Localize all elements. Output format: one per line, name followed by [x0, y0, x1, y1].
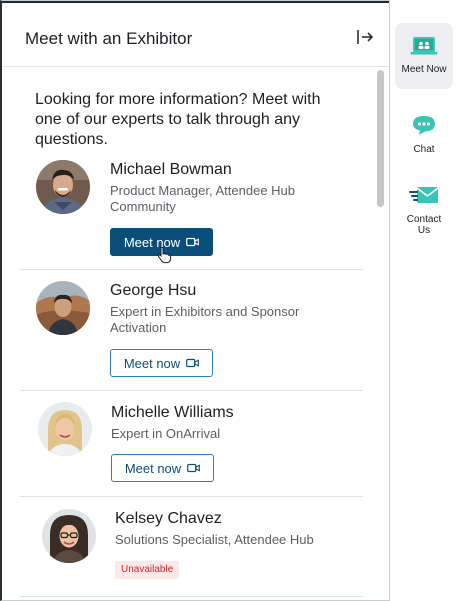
avatar: [36, 281, 90, 335]
rail-label: Meet Now: [401, 64, 447, 75]
collapse-arrow-icon: [357, 30, 374, 44]
email-icon: [409, 187, 439, 203]
side-rail: Meet Now Chat Contact Us: [390, 0, 457, 601]
meet-now-button[interactable]: Meet now: [110, 349, 213, 377]
expert-role: Product Manager, Attendee Hub Community: [110, 183, 296, 214]
card-divider: [20, 496, 363, 497]
chat-bubble-icon: [413, 116, 435, 135]
scrollbar-thumb[interactable]: [377, 70, 384, 207]
expert-name: Michelle Williams: [111, 404, 234, 421]
expert-name: Kelsey Chavez: [115, 510, 222, 527]
avatar: [42, 509, 96, 563]
video-meeting-icon: [410, 37, 438, 55]
video-camera-icon: [187, 463, 201, 473]
avatar: [36, 160, 90, 214]
video-camera-icon: [186, 358, 200, 368]
rail-item-meet-now[interactable]: Meet Now: [395, 23, 453, 89]
avatar: [38, 402, 92, 456]
card-divider: [20, 390, 363, 391]
card-divider: [20, 269, 363, 270]
card-divider: [20, 596, 363, 597]
rail-item-chat[interactable]: Chat: [395, 110, 453, 158]
collapse-panel-button[interactable]: [355, 27, 375, 47]
exhibitor-panel: Meet with an Exhibitor Looking for more …: [0, 0, 390, 601]
expert-role: Expert in OnArrival: [111, 426, 221, 441]
mouse-pointer-icon: [157, 246, 172, 264]
unavailable-badge: Unavailable: [115, 561, 180, 579]
video-camera-icon: [186, 237, 200, 247]
rail-label: Contact Us: [406, 214, 442, 236]
expert-list-scroll-area[interactable]: Looking for more information? Meet with …: [2, 68, 389, 600]
scrollbar[interactable]: [376, 68, 386, 600]
rail-item-contact-us[interactable]: Contact Us: [395, 180, 453, 242]
meet-now-button[interactable]: Meet now: [111, 454, 214, 482]
meet-now-label: Meet now: [123, 355, 181, 371]
meet-now-label: Meet now: [124, 460, 182, 476]
rail-label: Chat: [413, 144, 435, 155]
expert-role: Solutions Specialist, Attendee Hub: [115, 532, 314, 547]
expert-role: Expert in Exhibitors and Sponsor Activat…: [110, 304, 300, 335]
intro-text: Looking for more information? Meet with …: [35, 91, 321, 148]
panel-header: Meet with an Exhibitor: [2, 3, 389, 67]
expert-name: George Hsu: [110, 282, 197, 299]
panel-title: Meet with an Exhibitor: [25, 29, 193, 48]
expert-name: Michael Bowman: [110, 161, 232, 178]
